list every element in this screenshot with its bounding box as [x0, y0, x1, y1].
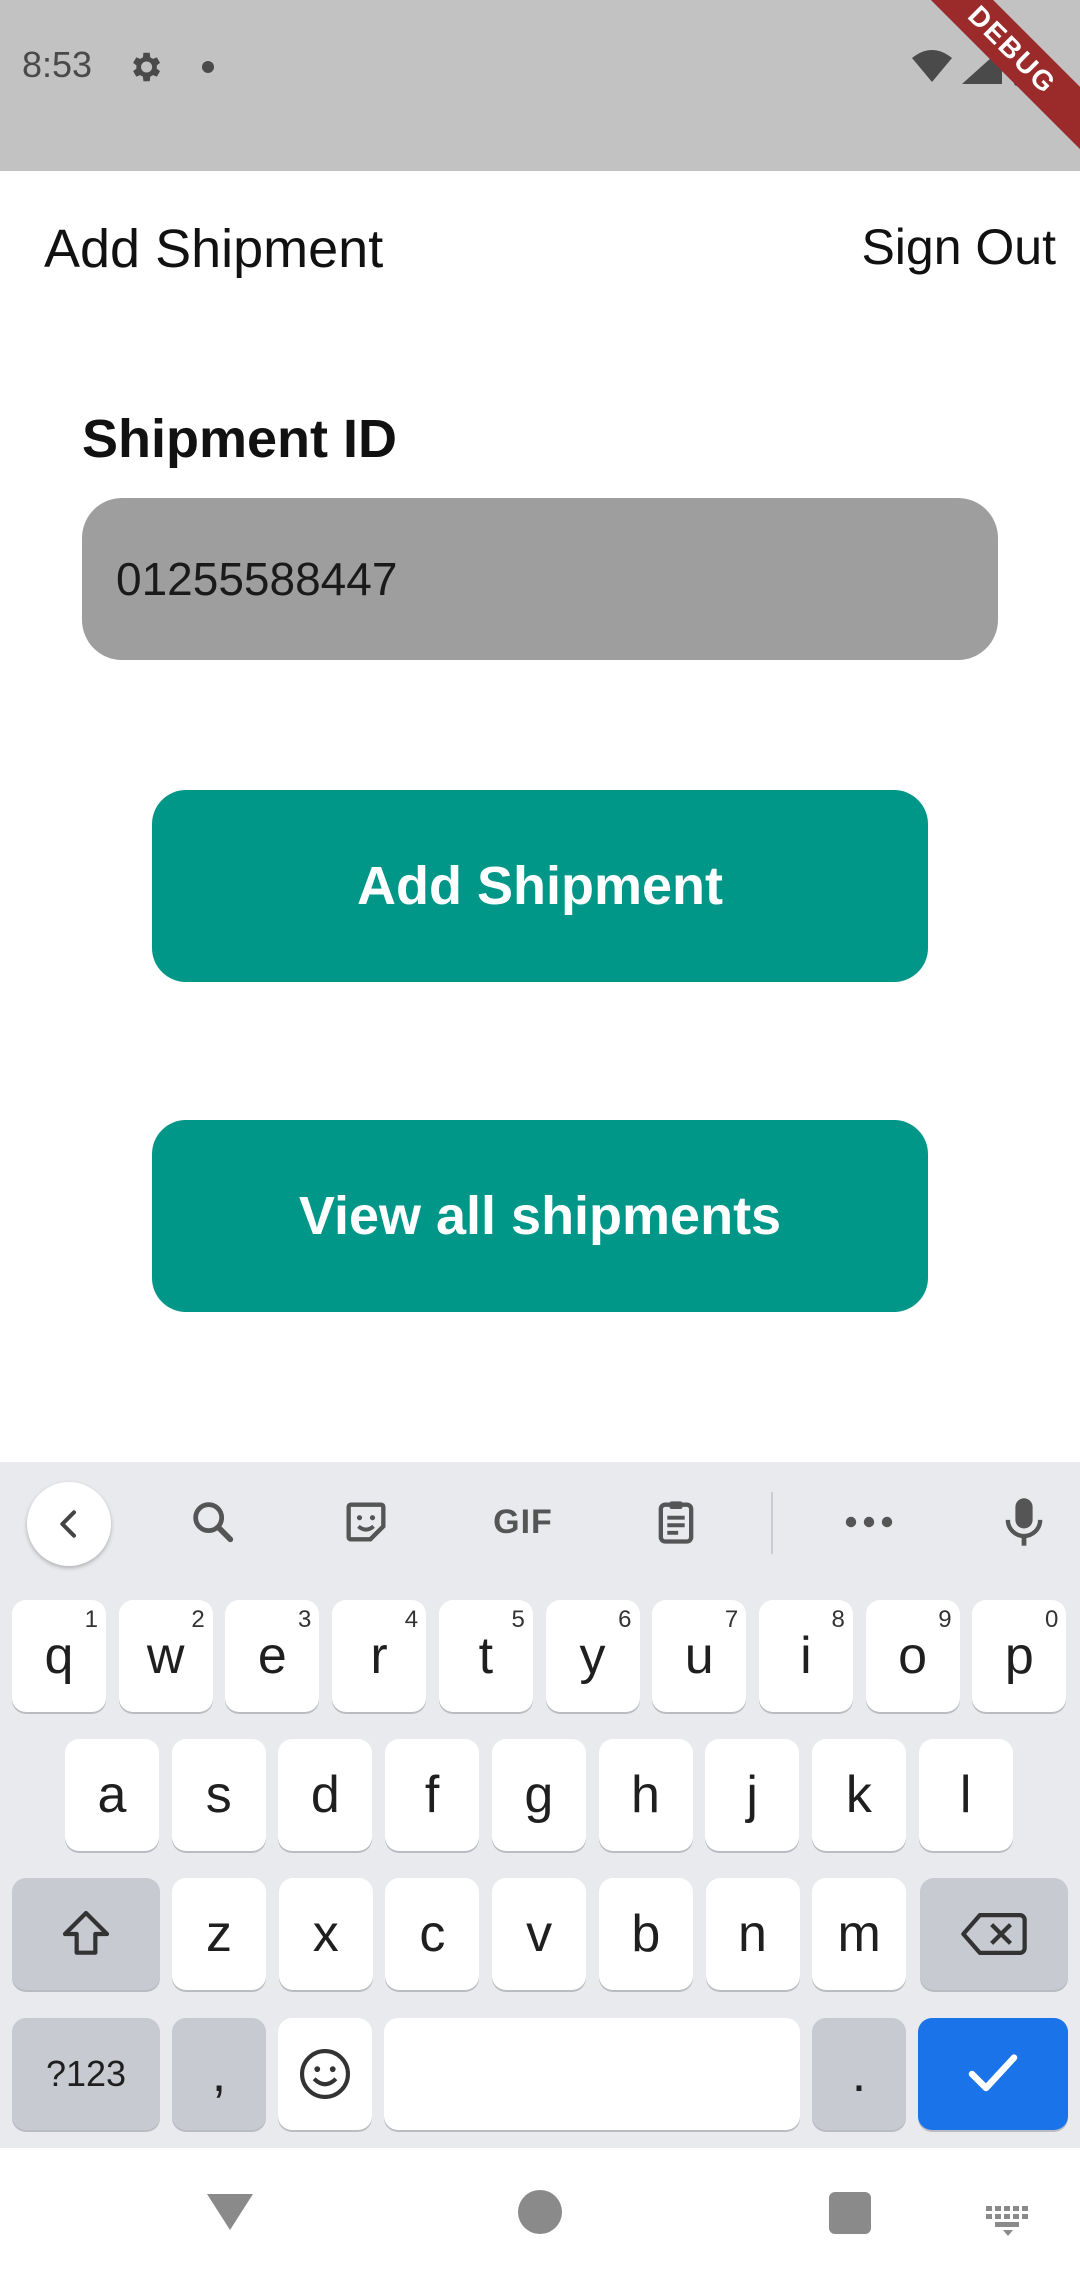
key-j[interactable]: j — [705, 1739, 800, 1851]
gif-label: GIF — [493, 1502, 553, 1541]
add-shipment-button[interactable]: Add Shipment — [152, 790, 928, 982]
navigation-bar — [0, 2148, 1080, 2280]
mic-icon[interactable] — [994, 1492, 1054, 1552]
key-c[interactable]: c — [385, 1878, 480, 1990]
key-a[interactable]: a — [65, 1739, 159, 1851]
shipment-id-input[interactable] — [82, 498, 998, 660]
key-label: e — [257, 1627, 287, 1685]
key-number-hint: 8 — [831, 1606, 845, 1633]
key-number-hint: 3 — [298, 1606, 312, 1633]
dot-icon — [202, 61, 214, 73]
shipment-id-label: Shipment ID — [82, 409, 398, 469]
key-o[interactable]: o9 — [865, 1600, 960, 1712]
key-number-hint: 2 — [191, 1606, 205, 1633]
key-k[interactable]: k — [811, 1739, 906, 1851]
key-q[interactable]: q1 — [12, 1600, 106, 1712]
key-e[interactable]: e3 — [225, 1600, 320, 1712]
key-i[interactable]: i8 — [758, 1600, 853, 1712]
key-u[interactable]: u7 — [652, 1600, 747, 1712]
key-n[interactable]: n — [705, 1878, 800, 1990]
key-l[interactable]: l — [918, 1739, 1013, 1851]
key-label: q — [44, 1627, 74, 1685]
nav-back-icon[interactable] — [205, 2192, 255, 2232]
period-key[interactable]: . — [812, 2018, 906, 2130]
key-h[interactable]: h — [598, 1739, 693, 1851]
key-label: i — [800, 1627, 812, 1685]
emoji-key[interactable] — [278, 2018, 372, 2130]
view-all-shipments-button[interactable]: View all shipments — [152, 1120, 928, 1312]
key-d[interactable]: d — [278, 1739, 373, 1851]
backspace-key[interactable] — [920, 1878, 1068, 1990]
key-b[interactable]: b — [598, 1878, 693, 1990]
key-y[interactable]: y6 — [545, 1600, 640, 1712]
status-time: 8:53 — [22, 44, 93, 85]
key-number-hint: 7 — [724, 1606, 739, 1633]
key-z[interactable]: z — [172, 1878, 266, 1990]
enter-key[interactable] — [918, 2018, 1068, 2130]
comma-key[interactable]: , — [172, 2018, 266, 2130]
key-label: w — [146, 1627, 185, 1685]
key-t[interactable]: t5 — [438, 1600, 533, 1712]
key-p[interactable]: p0 — [972, 1600, 1067, 1712]
sticker-icon[interactable] — [336, 1492, 396, 1552]
more-icon[interactable] — [839, 1492, 899, 1552]
key-label: u — [684, 1627, 714, 1685]
key-x[interactable]: x — [278, 1878, 373, 1990]
gear-icon — [133, 52, 161, 82]
key-label: p — [1004, 1627, 1034, 1685]
key-r[interactable]: r4 — [332, 1600, 427, 1712]
key-label: y — [579, 1627, 606, 1685]
key-f[interactable]: f — [385, 1739, 480, 1851]
key-w[interactable]: w2 — [118, 1600, 213, 1712]
shift-key[interactable] — [12, 1878, 160, 1990]
search-icon[interactable] — [183, 1492, 243, 1552]
key-g[interactable]: g — [491, 1739, 586, 1851]
key-label: o — [898, 1627, 928, 1685]
sign-out-button[interactable]: Sign Out — [861, 218, 1056, 276]
toolbar-divider — [771, 1492, 773, 1554]
symbols-key[interactable]: ?123 — [12, 2018, 160, 2130]
keyboard-toolbar: GIF — [0, 1462, 1080, 1580]
clipboard-icon[interactable] — [646, 1492, 706, 1552]
page-title: Add Shipment — [44, 219, 384, 279]
key-number-hint: 6 — [618, 1606, 632, 1633]
key-number-hint: 1 — [84, 1606, 98, 1633]
key-number-hint: 4 — [404, 1606, 419, 1633]
shift-icon — [62, 1910, 110, 1955]
gif-icon[interactable]: GIF — [488, 1492, 558, 1552]
key-number-hint: 5 — [511, 1606, 525, 1633]
key-m[interactable]: m — [812, 1878, 907, 1990]
keyboard-icon[interactable] — [986, 2206, 1030, 2236]
key-number-hint: 9 — [938, 1606, 952, 1633]
status-bar: 8:53 DEBUG — [0, 0, 1080, 171]
key-s[interactable]: s — [171, 1739, 266, 1851]
key-label: t — [478, 1627, 494, 1685]
emoji-icon — [299, 2048, 351, 2100]
nav-recents-icon[interactable] — [829, 2192, 871, 2234]
space-key[interactable] — [384, 2018, 800, 2130]
chevron-left-icon[interactable] — [27, 1482, 111, 1566]
soft-keyboard: GIF q1w2e3r4t5y6u7i8o9p0 asdfghjkl zxcvb… — [0, 1462, 1080, 2148]
app-screen: 8:53 DEBUG Add Shipment Sign Out Shipmen… — [0, 0, 1080, 2280]
backspace-icon — [961, 1913, 1027, 1955]
nav-home-icon[interactable] — [518, 2190, 562, 2234]
key-number-hint: 0 — [1044, 1606, 1059, 1633]
key-v[interactable]: v — [492, 1878, 587, 1990]
checkmark-icon — [968, 2054, 1018, 2092]
wifi-icon — [912, 50, 952, 82]
key-label: r — [370, 1627, 388, 1685]
